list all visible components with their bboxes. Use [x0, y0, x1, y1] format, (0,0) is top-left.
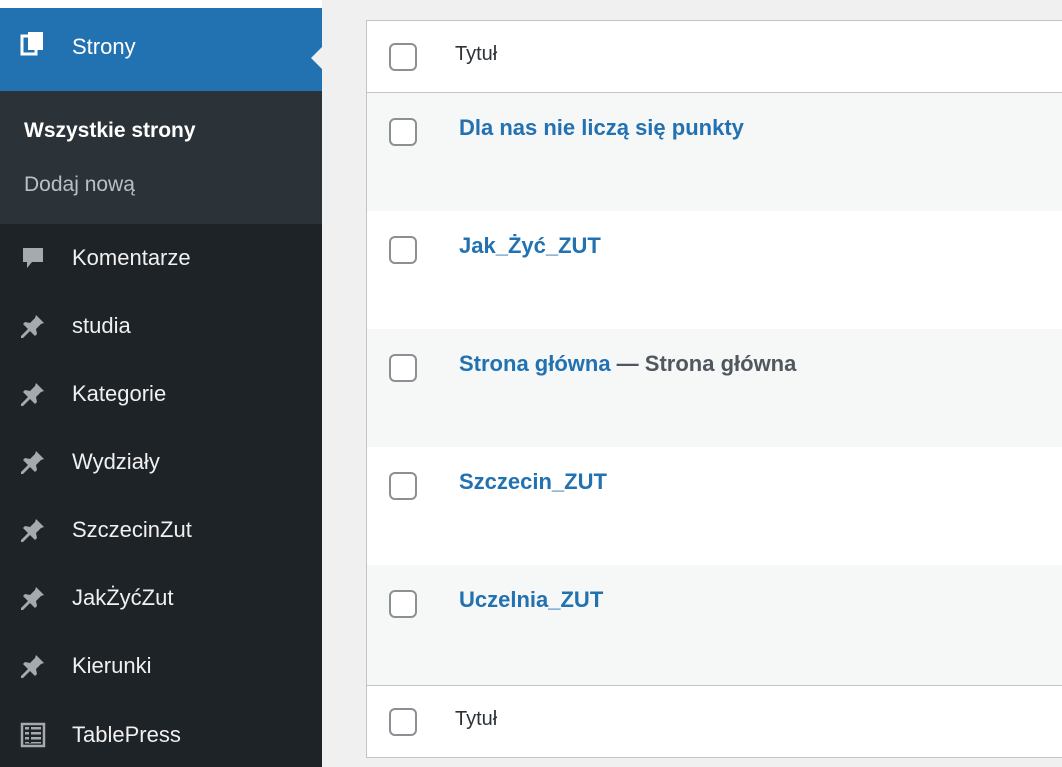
- pin-icon: [21, 587, 44, 610]
- table-header-row: Tytuł: [367, 21, 1062, 93]
- pin-icon: [21, 315, 44, 338]
- column-header-title[interactable]: Tytuł: [455, 43, 497, 66]
- sidebar-item-comments[interactable]: Komentarze: [0, 226, 322, 290]
- sidebar-item-label: Strony: [72, 33, 136, 59]
- sidebar-item-tablepress[interactable]: TablePress: [0, 703, 322, 767]
- row-checkbox[interactable]: [389, 354, 417, 382]
- sidebar-item-label: Komentarze: [72, 245, 191, 270]
- comment-icon: [23, 248, 43, 268]
- pin-icon: [21, 383, 44, 406]
- column-footer-title[interactable]: Tytuł: [455, 708, 497, 731]
- select-all-checkbox-footer[interactable]: [389, 708, 417, 736]
- page-title-cell: Szczecin_ZUT: [459, 469, 607, 495]
- sidebar-item-label: JakŻyćZut: [72, 585, 174, 610]
- table-row: Jak_Żyć_ZUT: [367, 211, 1062, 329]
- row-checkbox[interactable]: [389, 118, 417, 146]
- active-indicator-arrow: [311, 47, 322, 69]
- page-title-link[interactable]: Dla nas nie liczą się punkty: [459, 115, 744, 140]
- pin-icon: [21, 519, 44, 542]
- submenu-all-pages[interactable]: Wszystkie strony: [24, 119, 196, 143]
- sidebar-item-label: studia: [72, 313, 131, 338]
- sidebar-item-kierunki[interactable]: Kierunki: [0, 634, 322, 698]
- sidebar-item-label: Kierunki: [72, 653, 152, 678]
- page-state-label: — Strona główna: [610, 351, 797, 376]
- sidebar-item-pages[interactable]: Strony: [0, 8, 322, 91]
- sidebar-item-label: Wydziały: [72, 449, 160, 474]
- sidebar-item-wydzialy[interactable]: Wydziały: [0, 430, 322, 494]
- pin-icon: [21, 451, 44, 474]
- row-checkbox[interactable]: [389, 236, 417, 264]
- page-title-cell: Dla nas nie liczą się punkty: [459, 115, 744, 141]
- sidebar-top-strip: [0, 0, 322, 8]
- page-title-link[interactable]: Strona główna: [459, 351, 611, 376]
- pages-submenu: Wszystkie strony Dodaj nową: [0, 91, 322, 224]
- sidebar-item-label: TablePress: [72, 722, 181, 747]
- sidebar-item-label: SzczecinZut: [72, 517, 192, 542]
- table-icon: [20, 722, 46, 748]
- pin-icon: [21, 655, 44, 678]
- page-title-link[interactable]: Uczelnia_ZUT: [459, 587, 603, 612]
- sidebar-item-studia[interactable]: studia: [0, 294, 322, 358]
- page-title-link[interactable]: Szczecin_ZUT: [459, 469, 607, 494]
- row-checkbox[interactable]: [389, 472, 417, 500]
- sidebar-item-label: Kategorie: [72, 381, 167, 406]
- page-title-cell: Uczelnia_ZUT: [459, 587, 603, 613]
- sidebar-item-jakzyczut[interactable]: JakŻyćZut: [0, 566, 322, 630]
- sidebar-item-kategorie[interactable]: Kategorie: [0, 362, 322, 426]
- admin-sidebar: Strony Wszystkie strony Dodaj nową Komen…: [0, 0, 322, 767]
- pages-icon: [20, 31, 43, 56]
- table-row: Szczecin_ZUT: [367, 447, 1062, 565]
- row-checkbox[interactable]: [389, 590, 417, 618]
- page-title-cell: Strona główna — Strona główna: [459, 351, 796, 377]
- submenu-add-new[interactable]: Dodaj nową: [24, 173, 135, 197]
- table-footer-row: Tytuł: [367, 685, 1062, 757]
- page-title-cell: Jak_Żyć_ZUT: [459, 233, 601, 259]
- table-row: Dla nas nie liczą się punkty: [367, 93, 1062, 211]
- pages-list-table: Tytuł Dla nas nie liczą się punkty Jak_Ż…: [366, 20, 1062, 758]
- page-title-link[interactable]: Jak_Żyć_ZUT: [459, 233, 601, 258]
- table-row: Strona główna — Strona główna: [367, 329, 1062, 447]
- sidebar-item-szczecinzut[interactable]: SzczecinZut: [0, 498, 322, 562]
- table-row: Uczelnia_ZUT: [367, 565, 1062, 685]
- select-all-checkbox[interactable]: [389, 43, 417, 71]
